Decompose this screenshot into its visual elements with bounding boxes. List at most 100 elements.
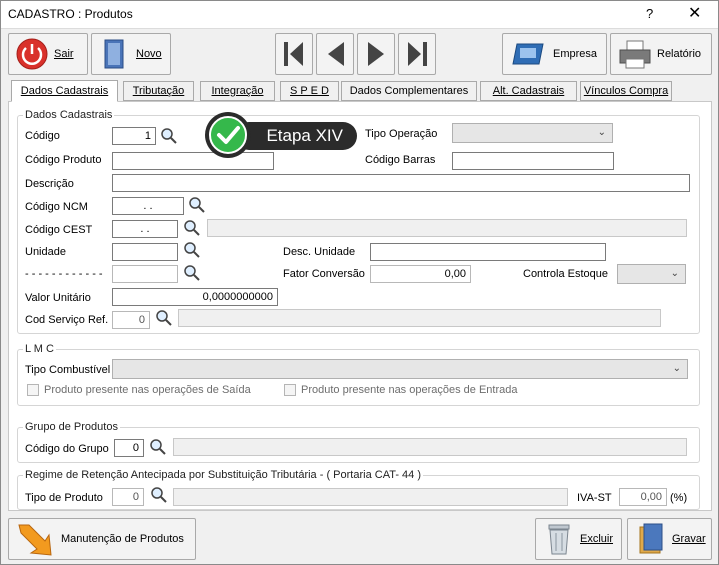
entrada-label: Produto presente nas operações de Entrad… <box>301 384 518 396</box>
servico-ref-input[interactable]: 0 <box>112 311 150 329</box>
ncm-input[interactable]: . . <box>112 197 184 215</box>
conversao-search-icon[interactable] <box>183 264 201 282</box>
codigo-input[interactable]: 1 <box>112 127 156 145</box>
tab-dados-cadastrais[interactable]: Dados Cadastrais <box>11 80 118 102</box>
chevron-down-icon: ⌄ <box>670 268 679 279</box>
tab-vinculos-compra[interactable]: Vínculos Compra <box>580 81 672 101</box>
trash-icon <box>548 524 570 555</box>
tipo-produto-search-icon[interactable] <box>150 486 168 504</box>
gravar-label: Gravar <box>672 533 706 545</box>
chevron-down-icon: ⌄ <box>597 127 606 138</box>
empresa-label: Empresa <box>553 48 598 60</box>
window-title: CADASTRO : Produtos <box>8 7 133 21</box>
novo-label: Novo <box>136 48 162 60</box>
descricao-label: Descrição <box>25 178 74 190</box>
iva-percent-label: (%) <box>670 492 688 504</box>
tab-tributacao[interactable]: Tributação <box>123 81 194 101</box>
iva-st-label: IVA-ST <box>577 492 612 504</box>
tipo-produto-label: Tipo de Produto <box>25 492 103 504</box>
check-icon <box>209 116 247 154</box>
saida-label: Produto presente nas operações de Saída <box>44 384 251 396</box>
tipo-operacao-label: Tipo Operação <box>365 128 438 140</box>
unidade-input[interactable] <box>112 243 178 261</box>
help-button[interactable]: ? <box>646 6 653 21</box>
save-folder-icon <box>639 523 663 554</box>
unidade-search-icon[interactable] <box>183 241 201 259</box>
last-icon <box>408 42 427 66</box>
ncm-search-icon[interactable] <box>188 196 206 214</box>
unidade-label: Unidade <box>25 246 66 258</box>
unidade-conversao-label: - - - - - - - - - - - - <box>25 268 103 280</box>
codigo-grupo-label: Código do Grupo <box>25 443 109 455</box>
chevron-down-icon: ⌄ <box>672 363 681 374</box>
cest-input[interactable]: . . <box>112 220 178 238</box>
valor-unitario-input[interactable]: 0,0000000000 <box>112 288 278 306</box>
grupo-produtos-title: Grupo de Produtos <box>23 421 120 433</box>
novo-button[interactable]: Novo <box>91 33 171 75</box>
cest-label: Código CEST <box>25 224 93 236</box>
ncm-label: Código NCM <box>25 201 88 213</box>
grupo-search-icon[interactable] <box>149 438 167 456</box>
etapa-label: Etapa XIV <box>235 122 357 150</box>
first-record-button[interactable] <box>275 33 313 75</box>
iva-st-input[interactable]: 0,00 <box>619 488 667 506</box>
codigo-label: Código <box>25 130 60 142</box>
controla-estoque-label: Controla Estoque <box>523 268 608 280</box>
tipo-produto-input[interactable]: 0 <box>112 488 144 506</box>
prev-icon <box>328 42 344 66</box>
etapa-callout: Etapa XIV <box>205 112 357 158</box>
relatorio-button[interactable]: Relatório <box>610 33 712 75</box>
servico-ref-label: Cod Serviço Ref. <box>25 314 109 326</box>
gravar-button[interactable]: Gravar <box>627 518 712 560</box>
grupo-description <box>173 438 687 456</box>
tab-sped[interactable]: S P E D <box>280 81 339 101</box>
servico-description <box>178 309 661 327</box>
desc-unidade-input[interactable] <box>370 243 606 261</box>
tab-integracao[interactable]: Integração <box>200 81 275 101</box>
tab-alt-cadastrais[interactable]: Alt. Cadastrais <box>480 81 577 101</box>
new-document-icon <box>104 39 124 69</box>
relatorio-label: Relatório <box>657 48 702 60</box>
servico-search-icon[interactable] <box>155 309 173 327</box>
tipo-combustivel-select[interactable]: ⌄ <box>112 359 688 379</box>
arrow-icon <box>18 524 52 556</box>
unidade-conversao-input[interactable] <box>112 265 178 283</box>
cest-search-icon[interactable] <box>183 219 201 237</box>
lmc-title: L M C <box>23 343 56 355</box>
power-icon <box>16 38 48 70</box>
descricao-input[interactable] <box>112 174 690 192</box>
entrada-checkbox[interactable] <box>284 384 296 396</box>
controla-estoque-select[interactable]: ⌄ <box>617 264 686 284</box>
codigo-grupo-input[interactable]: 0 <box>114 439 144 457</box>
first-icon <box>284 42 303 66</box>
valor-unitario-label: Valor Unitário <box>25 292 91 304</box>
saida-checkbox[interactable] <box>27 384 39 396</box>
codigo-barras-label: Código Barras <box>365 154 436 166</box>
next-icon <box>368 42 384 66</box>
tipo-combustivel-label: Tipo Combustível <box>25 364 111 376</box>
manutencao-produtos-button[interactable]: Manutenção de Produtos <box>8 518 196 560</box>
last-record-button[interactable] <box>398 33 436 75</box>
excluir-button[interactable]: Excluir <box>535 518 622 560</box>
codigo-barras-input[interactable] <box>452 152 614 170</box>
regime-title: Regime de Retenção Antecipada por Substi… <box>23 469 423 481</box>
title-bar: CADASTRO : Produtos ? ✕ <box>0 0 719 29</box>
next-record-button[interactable] <box>357 33 395 75</box>
desc-unidade-label: Desc. Unidade <box>283 246 356 258</box>
excluir-label: Excluir <box>580 533 614 545</box>
sair-label: Sair <box>54 48 74 60</box>
manutencao-label: Manutenção de Produtos <box>61 533 184 545</box>
tipo-operacao-select[interactable]: ⌄ <box>452 123 613 143</box>
empresa-button[interactable]: Empresa <box>502 33 607 75</box>
sair-button[interactable]: Sair <box>8 33 88 75</box>
cest-description <box>207 219 687 237</box>
fator-conversao-input[interactable]: 0,00 <box>370 265 471 283</box>
codigo-produto-label: Código Produto <box>25 154 102 166</box>
search-icon[interactable] <box>160 127 178 145</box>
previous-record-button[interactable] <box>316 33 354 75</box>
tab-dados-complementares[interactable]: Dados Complementares <box>341 81 477 101</box>
dados-cadastrais-title: Dados Cadastrais <box>23 109 115 121</box>
close-button[interactable]: ✕ <box>688 3 701 23</box>
printer-icon <box>619 40 651 69</box>
fator-conversao-label: Fator Conversão <box>283 268 365 280</box>
